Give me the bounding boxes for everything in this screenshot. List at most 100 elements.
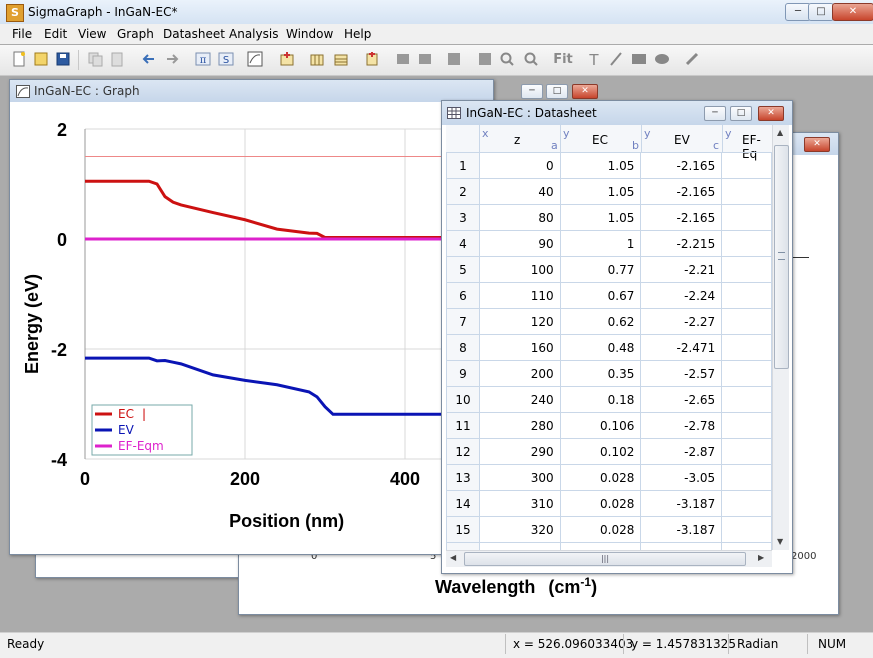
- table-cell[interactable]: [721, 178, 772, 205]
- datasheet-window-close[interactable]: ✕: [758, 106, 784, 121]
- back-arrow-icon[interactable]: [140, 51, 158, 69]
- add-column-icon[interactable]: [308, 51, 326, 69]
- table-cell[interactable]: [721, 204, 772, 231]
- datasheet-grid[interactable]: 1 0 1.05 -2.165 2 40 1.05 -2.165 3 80 1.05 -2.165 4 9…: [446, 152, 772, 550]
- table-cell[interactable]: 280: [478, 412, 561, 439]
- table-cell[interactable]: -3.187: [640, 516, 723, 543]
- scroll-down-icon[interactable]: ▼: [777, 537, 783, 546]
- table-cell[interactable]: [721, 308, 772, 335]
- copy-icon[interactable]: [86, 51, 104, 69]
- table-cell[interactable]: [721, 152, 772, 179]
- scroll-left-icon[interactable]: ◀: [450, 553, 456, 562]
- table-cell[interactable]: 0.35: [559, 360, 642, 387]
- menu-analysis[interactable]: Analysis: [229, 27, 278, 41]
- table-cell[interactable]: [721, 386, 772, 413]
- table-cell[interactable]: 1.05: [559, 178, 642, 205]
- table-cell[interactable]: 40: [478, 178, 561, 205]
- column-c-name[interactable]: EV: [674, 133, 690, 147]
- table-cell[interactable]: 0: [478, 152, 561, 179]
- table-cell[interactable]: 0.028: [559, 516, 642, 543]
- sigma-icon[interactable]: S: [217, 51, 235, 69]
- table-cell[interactable]: [721, 360, 772, 387]
- close-button[interactable]: ✕: [832, 3, 873, 21]
- table-cell[interactable]: [721, 490, 772, 517]
- table-cell[interactable]: 0.028: [559, 464, 642, 491]
- table-row[interactable]: 8 160 0.48 -2.471: [446, 334, 772, 361]
- menu-graph[interactable]: Graph: [117, 27, 154, 41]
- graph-window-minimize[interactable]: ─: [521, 84, 543, 99]
- table-cell[interactable]: 1: [559, 230, 642, 257]
- table-cell[interactable]: 100: [478, 256, 561, 283]
- menu-file[interactable]: File: [12, 27, 32, 41]
- table-cell[interactable]: [721, 412, 772, 439]
- table-cell[interactable]: -3.187: [640, 542, 723, 550]
- menu-edit[interactable]: Edit: [44, 27, 67, 41]
- table-cell[interactable]: 90: [478, 230, 561, 257]
- table-row[interactable]: 2 40 1.05 -2.165: [446, 178, 772, 205]
- table-cell[interactable]: 0.18: [559, 386, 642, 413]
- table-cell[interactable]: 300: [478, 464, 561, 491]
- table-cell[interactable]: -2.215: [640, 230, 723, 257]
- fit-button[interactable]: Fit: [552, 51, 574, 69]
- table-cell[interactable]: -2.24: [640, 282, 723, 309]
- table-cell[interactable]: 0.028: [559, 542, 642, 550]
- table-cell[interactable]: -2.27: [640, 308, 723, 335]
- table-row[interactable]: 1 0 1.05 -2.165: [446, 152, 772, 179]
- energy-band-chart[interactable]: 2 0 -2 -4 0 200 400 6 Position (nm) Energy (eV) EC…: [10, 102, 493, 554]
- table-cell[interactable]: 0.77: [559, 256, 642, 283]
- rectangle-tool-icon[interactable]: [630, 51, 648, 69]
- table-cell[interactable]: [721, 438, 772, 465]
- table-cell[interactable]: 0.102: [559, 438, 642, 465]
- table-cell[interactable]: 110: [478, 282, 561, 309]
- table-cell[interactable]: 0.62: [559, 308, 642, 335]
- table-row[interactable]: 3 80 1.05 -2.165: [446, 204, 772, 231]
- table-cell[interactable]: -3.05: [640, 464, 723, 491]
- vertical-scroll-thumb[interactable]: [774, 145, 789, 369]
- add-curve-icon[interactable]: [278, 51, 296, 69]
- table-cell[interactable]: [721, 256, 772, 283]
- table-cell[interactable]: -2.21: [640, 256, 723, 283]
- maximize-button[interactable]: □: [808, 3, 834, 21]
- table-row[interactable]: 11 280 0.106 -2.78: [446, 412, 772, 439]
- table-row[interactable]: 12 290 0.102 -2.87: [446, 438, 772, 465]
- save-icon[interactable]: [54, 51, 72, 69]
- table-cell[interactable]: 80: [478, 204, 561, 231]
- table-cell[interactable]: -2.165: [640, 204, 723, 231]
- table-cell[interactable]: -2.165: [640, 178, 723, 205]
- table-cell[interactable]: 310: [478, 490, 561, 517]
- menu-datasheet[interactable]: Datasheet: [163, 27, 225, 41]
- table-row[interactable]: 6 110 0.67 -2.24: [446, 282, 772, 309]
- table-row[interactable]: 7 120 0.62 -2.27: [446, 308, 772, 335]
- open-icon[interactable]: [32, 51, 50, 69]
- table-cell[interactable]: [721, 542, 772, 550]
- zoom-in-icon[interactable]: [498, 51, 516, 69]
- table-cell[interactable]: [721, 230, 772, 257]
- table-cell[interactable]: 0.48: [559, 334, 642, 361]
- table-row[interactable]: 13 300 0.028 -3.05: [446, 464, 772, 491]
- graph-window-maximize[interactable]: □: [546, 84, 568, 99]
- datasheet-window-maximize[interactable]: □: [730, 106, 752, 121]
- paste-icon[interactable]: [108, 51, 126, 69]
- horizontal-scrollbar[interactable]: ◀ ||| ▶: [446, 550, 772, 567]
- table-cell[interactable]: 120: [478, 308, 561, 335]
- insert-icon[interactable]: [363, 51, 381, 69]
- table-cell[interactable]: -3.187: [640, 490, 723, 517]
- pi-icon[interactable]: π: [194, 51, 212, 69]
- scroll-up-icon[interactable]: ▲: [777, 128, 783, 137]
- column-a-name[interactable]: z: [514, 133, 520, 147]
- table-cell[interactable]: [721, 334, 772, 361]
- graph-window-icon[interactable]: [246, 51, 264, 69]
- pan-icon[interactable]: [476, 51, 494, 69]
- datasheet-window-minimize[interactable]: ─: [704, 106, 726, 121]
- table-cell[interactable]: 360: [478, 542, 561, 550]
- autoscale-icon[interactable]: [445, 51, 463, 69]
- table-cell[interactable]: 320: [478, 516, 561, 543]
- table-cell[interactable]: 290: [478, 438, 561, 465]
- menu-help[interactable]: Help: [344, 27, 371, 41]
- ellipse-tool-icon[interactable]: [653, 51, 671, 69]
- add-row-icon[interactable]: [332, 51, 350, 69]
- graph-window[interactable]: InGaN-EC : Graph ─ □ ✕ 20-2-402004006Pos…: [9, 79, 598, 555]
- table-cell[interactable]: 240: [478, 386, 561, 413]
- table-row[interactable]: 15 320 0.028 -3.187: [446, 516, 772, 543]
- forward-arrow-icon[interactable]: [163, 51, 181, 69]
